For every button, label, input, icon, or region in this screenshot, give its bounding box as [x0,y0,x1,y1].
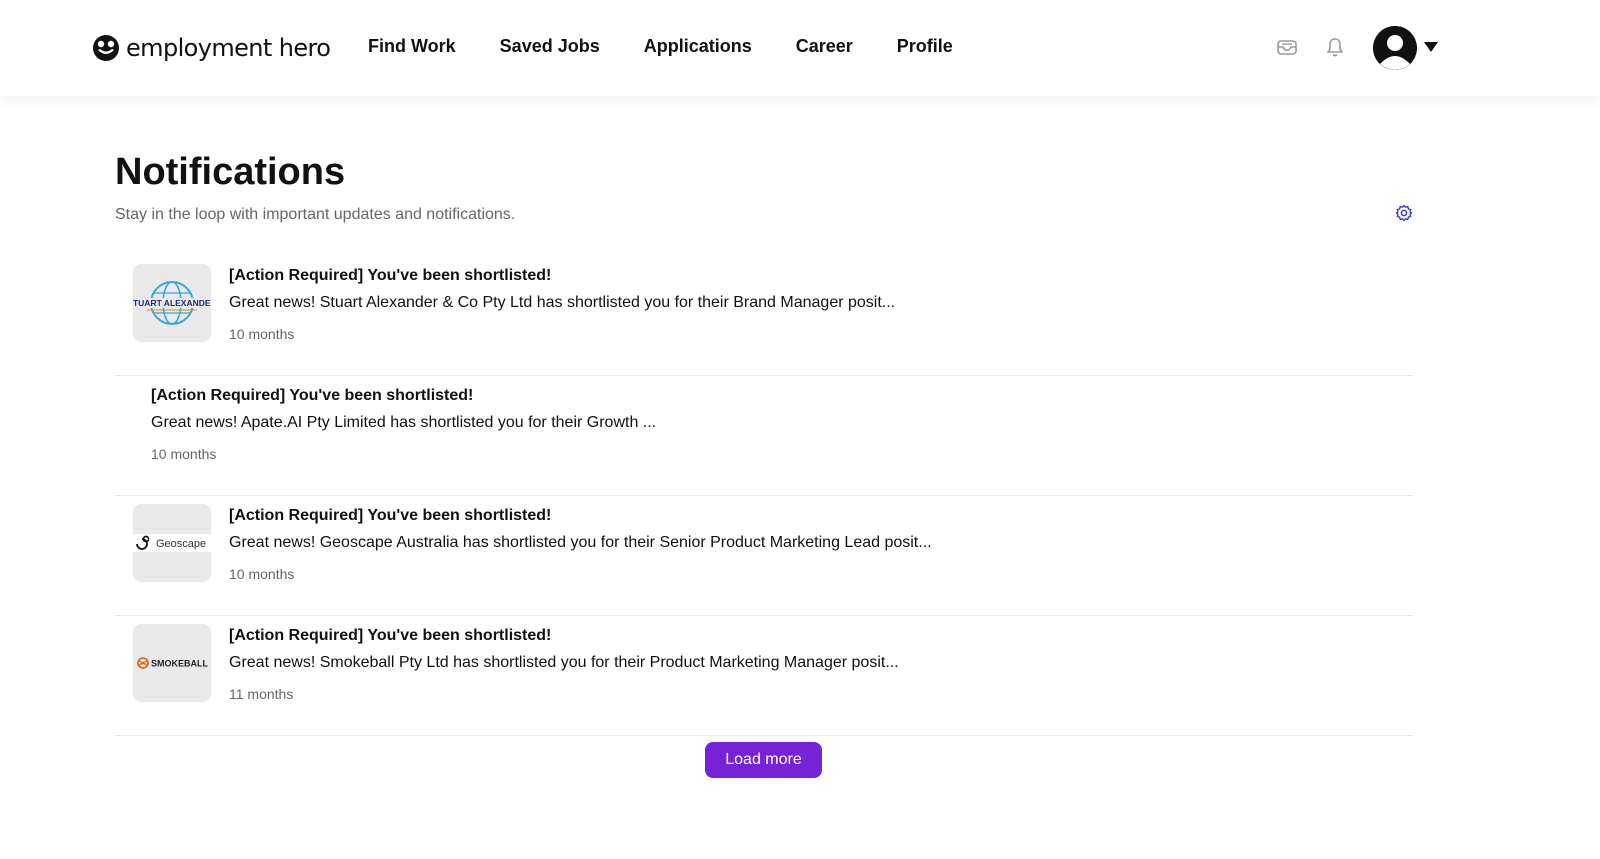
notification-title: [Action Required] You've been shortliste… [229,507,552,524]
notification-time: 10 months [229,566,295,582]
company-logo-stuart-alexander: STUART ALEXANDER [133,264,211,342]
company-logo-geoscape: Geoscape [133,504,211,582]
load-more-button[interactable]: Load more [705,742,822,778]
user-avatar[interactable] [1373,26,1417,70]
notification-title: [Action Required] You've been shortliste… [229,627,552,644]
notifications-page: Notifications Stay in the loop with impo… [115,148,1413,736]
notification-title: [Action Required] You've been shortliste… [151,387,474,404]
employment-hero-logo[interactable]: employment hero [92,33,331,63]
notifications-list: STUART ALEXANDER [Action Required] You'v… [115,256,1413,736]
stuart-alexander-logo-text: STUART ALEXANDER [133,298,211,308]
chevron-down-icon[interactable] [1423,40,1439,54]
company-logo-smokeball: SMOKEBALL [133,624,211,702]
notification-item[interactable]: [Action Required] You've been shortliste… [115,376,1413,496]
notification-time: 10 months [229,326,295,342]
bell-icon[interactable] [1324,36,1346,58]
notification-body: Great news! Stuart Alexander & Co Pty Lt… [229,294,896,311]
logo-text: employment hero [126,34,331,62]
notification-content: [Action Required] You've been shortliste… [229,266,895,343]
nav-applications[interactable]: Applications [644,36,752,57]
notification-body: Great news! Smokeball Pty Ltd has shortl… [229,654,899,671]
page-subtitle: Stay in the loop with important updates … [115,206,516,223]
notification-item[interactable]: Geoscape [Action Required] You've been s… [115,496,1413,616]
globe-logo-icon: STUART ALEXANDER [133,281,211,325]
notification-time: 11 months [229,686,294,702]
notification-time: 10 months [151,446,217,462]
notification-item[interactable]: SMOKEBALL [Action Required] You've been … [115,616,1413,736]
notification-content: [Action Required] You've been shortliste… [229,626,899,703]
gear-icon[interactable] [1395,204,1413,222]
page-title: Notifications [115,151,346,193]
inbox-icon[interactable] [1276,36,1298,58]
notification-title: [Action Required] You've been shortliste… [229,267,552,284]
employment-hero-logo-mark-icon [93,35,119,61]
geoscape-logo-text: Geoscape [156,538,206,550]
top-nav-bar: employment hero Find Work Saved Jobs App… [0,0,1600,96]
notification-content: [Action Required] You've been shortliste… [229,506,932,583]
main-nav: Find Work Saved Jobs Applications Career… [368,36,997,57]
notification-body: Great news! Apate.AI Pty Limited has sho… [151,414,657,431]
nav-profile[interactable]: Profile [897,36,953,57]
nav-find-work[interactable]: Find Work [368,36,456,57]
notification-content: [Action Required] You've been shortliste… [151,386,656,463]
user-avatar-icon [1373,26,1417,70]
notification-item[interactable]: STUART ALEXANDER [Action Required] You'v… [115,256,1413,376]
smokeball-logo-icon: SMOKEBALL [137,657,208,669]
smokeball-logo-text: SMOKEBALL [151,659,208,669]
notification-body: Great news! Geoscape Australia has short… [229,534,932,551]
nav-career[interactable]: Career [796,36,853,57]
nav-saved-jobs[interactable]: Saved Jobs [500,36,600,57]
geoscape-logo-icon: Geoscape [133,534,211,552]
